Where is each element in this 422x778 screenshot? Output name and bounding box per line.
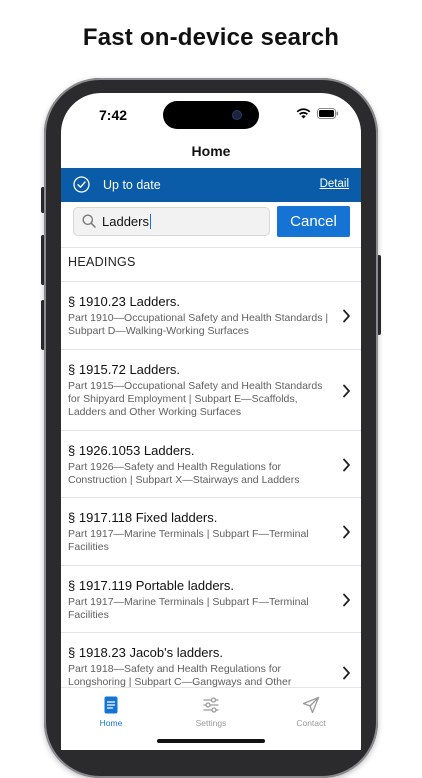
search-input-value: Ladders [102,214,151,229]
sliders-icon [203,697,219,713]
document-icon [104,696,118,714]
paper-plane-icon [302,696,320,714]
tab-label: Contact [296,718,326,728]
home-indicator[interactable] [157,739,265,743]
result-title: § 1910.23 Ladders. [68,294,181,309]
result-subtitle: Part 1915—Occupational Safety and Health… [68,380,323,418]
result-row[interactable]: § 1917.118 Fixed ladders. Part 1917—Mari… [61,498,361,566]
promo-headline: Fast on-device search [82,24,340,51]
result-title: § 1918.23 Jacob's ladders. [68,645,223,660]
wifi-icon [296,108,311,119]
result-title: § 1917.118 Fixed ladders. [68,510,218,525]
chevron-right-icon [343,458,350,472]
search-icon [82,214,96,228]
chevron-right-icon [343,666,350,680]
result-row[interactable]: § 1915.72 Ladders. Part 1915—Occupationa… [61,350,361,431]
chevron-right-icon [343,309,350,323]
result-subtitle: Part 1910—Occupational Safety and Health… [68,312,329,337]
chevron-right-icon [343,593,350,607]
result-subtitle: Part 1917—Marine Terminals | Subpart F—T… [68,528,309,553]
tab-home[interactable]: Home [61,696,161,728]
status-time: 7:42 [99,107,128,123]
banner-detail-link[interactable]: Detail [320,178,349,190]
results-list: § 1910.23 Ladders. Part 1910—Occupationa… [61,282,361,703]
tab-settings[interactable]: Settings [161,696,261,728]
camera-icon [233,111,241,119]
status-banner: Up to date Detail [61,168,361,202]
dynamic-island [163,101,259,129]
chevron-right-icon [343,384,350,398]
battery-icon [317,108,339,119]
cancel-button[interactable]: Cancel [277,206,350,237]
result-row[interactable]: § 1926.1053 Ladders. Part 1926—Safety an… [61,431,361,498]
checkmark-circle-icon [73,176,90,193]
tab-contact[interactable]: Contact [261,696,361,728]
nav-title: Home [191,143,231,159]
chevron-right-icon [343,525,350,539]
section-header: HEADINGS [68,255,136,269]
banner-status-text: Up to date [103,178,161,192]
result-title: § 1917.119 Portable ladders. [68,578,234,593]
search-row: Ladders Cancel [61,202,361,248]
result-title: § 1915.72 Ladders. [68,362,181,377]
tab-label: Home [99,718,123,728]
search-input[interactable]: Ladders [73,207,270,236]
tab-label: Settings [195,718,227,728]
status-icons [296,108,339,119]
result-subtitle: Part 1918—Safety and Health Regulations … [68,663,292,688]
result-subtitle: Part 1926—Safety and Health Regulations … [68,461,300,486]
app-screen: 7:42 Home Up to date Detail Ladders Canc… [61,93,361,750]
result-row[interactable]: § 1910.23 Ladders. Part 1910—Occupationa… [61,282,361,350]
result-title: § 1926.1053 Ladders. [68,443,195,458]
result-row[interactable]: § 1917.119 Portable ladders. Part 1917—M… [61,566,361,633]
result-subtitle: Part 1917—Marine Terminals | Subpart F—T… [68,596,309,621]
